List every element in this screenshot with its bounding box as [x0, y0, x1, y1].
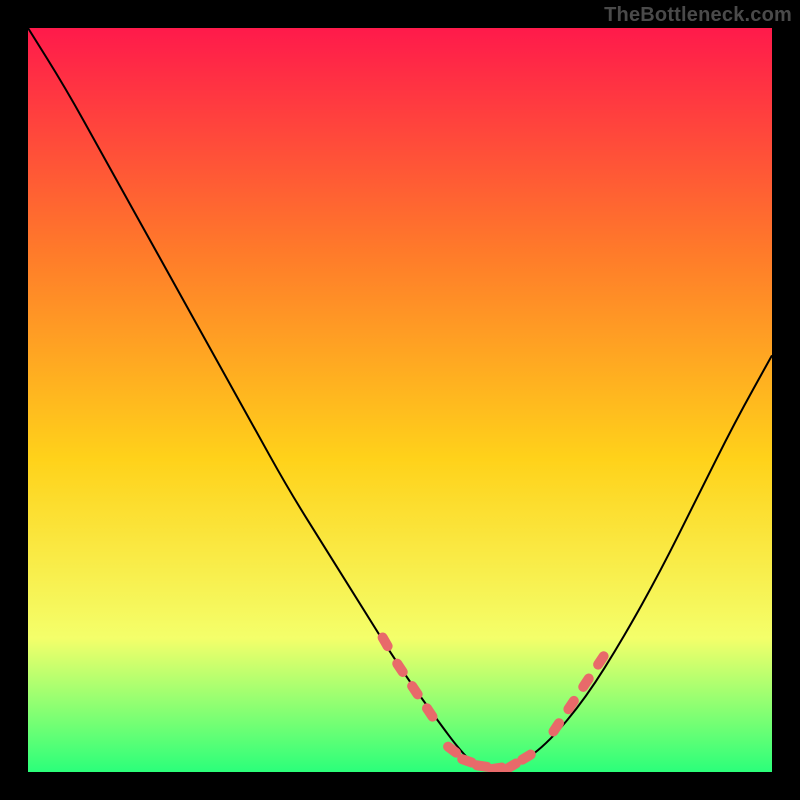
chart-frame: TheBottleneck.com — [0, 0, 800, 800]
watermark-text: TheBottleneck.com — [604, 4, 792, 27]
plot-area — [28, 28, 772, 772]
chart-svg — [28, 28, 772, 772]
